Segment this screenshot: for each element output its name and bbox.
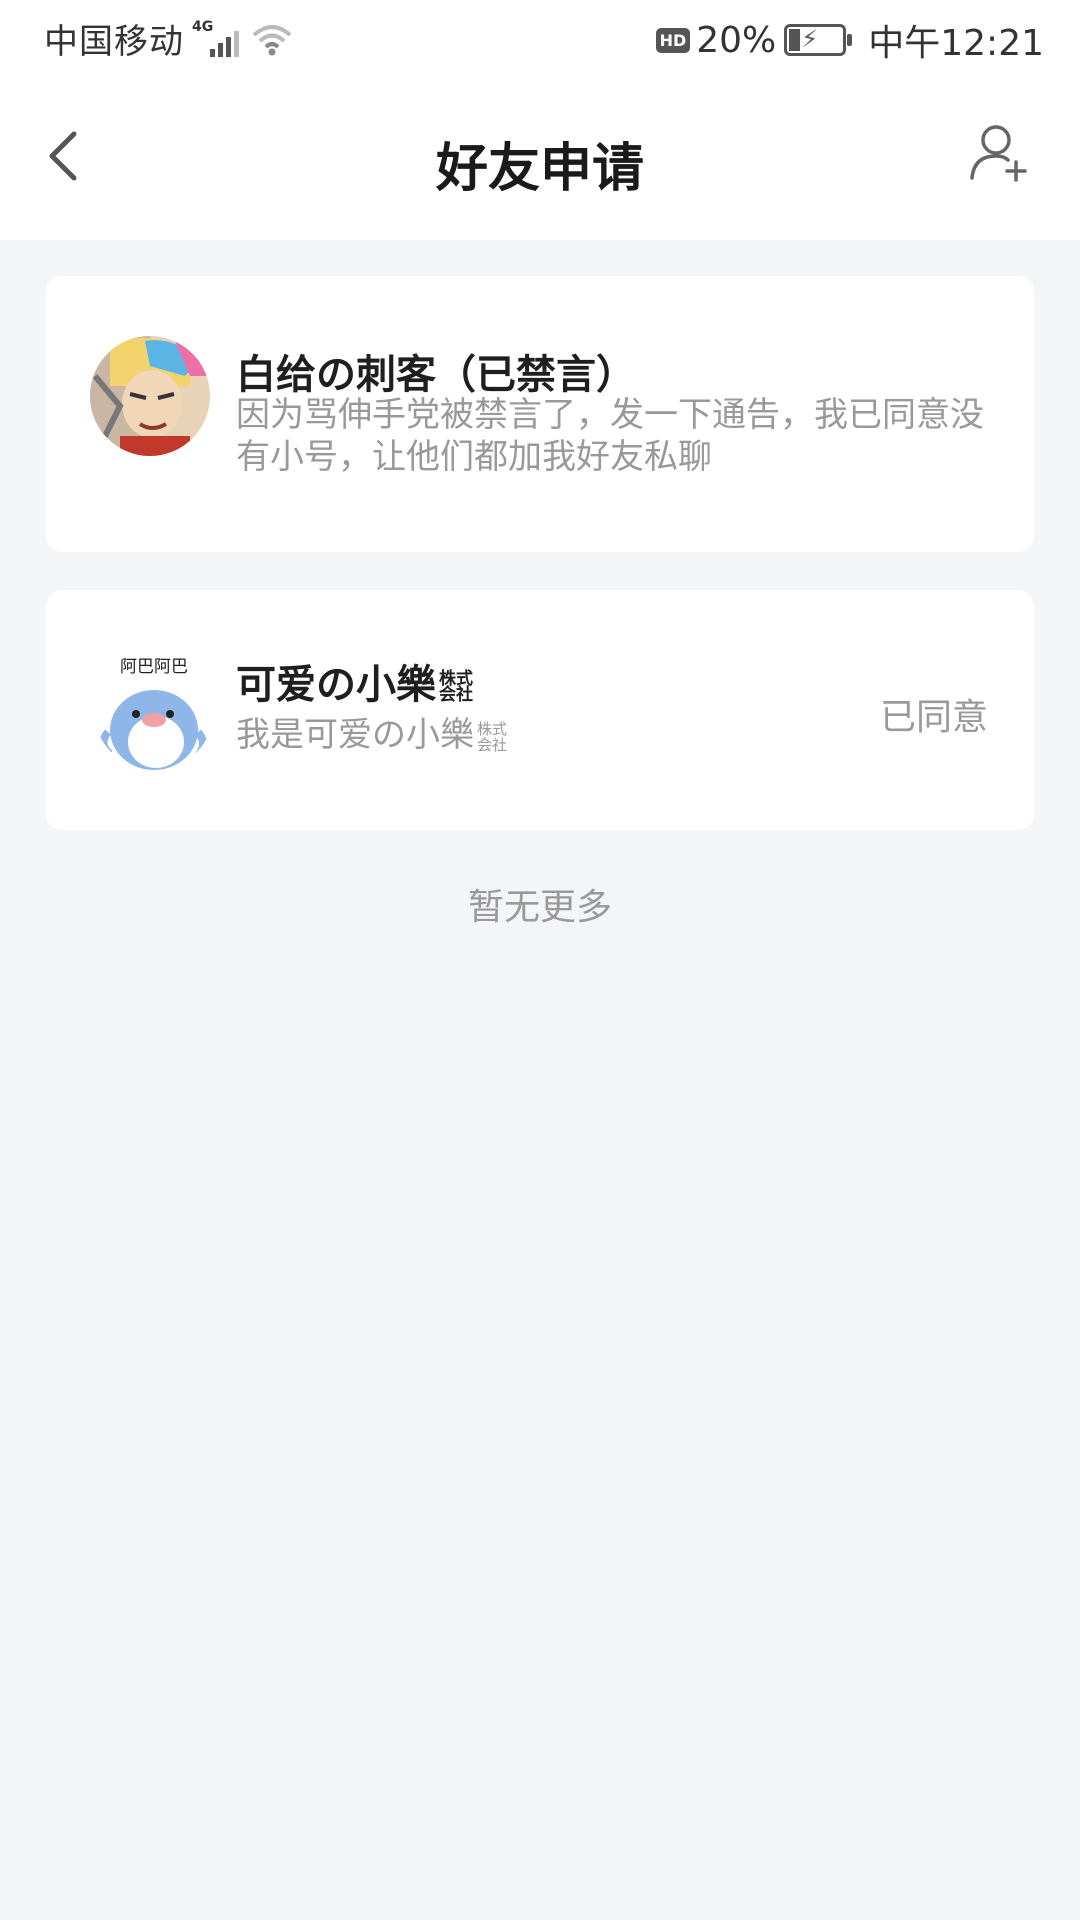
request-message: 因为骂伸手党被禁言了，发一下通告，我已同意没有小号，让他们都加我好友私聊: [236, 395, 984, 477]
navigation-bar: 好友申请: [0, 76, 1080, 240]
friend-request-card[interactable]: 白给の刺客（已禁言） 因为骂伸手党被禁言了，发一下通告，我已同意没有小号，让他们…: [46, 276, 1034, 552]
requester-name-text: 可爱の小樂: [236, 662, 436, 708]
name-badge-bottom: 会社: [439, 685, 473, 705]
avatar[interactable]: 阿巴阿巴: [94, 650, 214, 770]
cellular-signal-icon: 4G: [192, 19, 244, 59]
avatar-caption: 阿巴阿巴: [120, 657, 188, 677]
message-badge: 株式 会社: [474, 721, 510, 753]
status-bar: 中国移动 4G HD 20% ⚡ 中午12:21: [0, 0, 1080, 76]
request-status: 已同意: [879, 697, 988, 738]
network-type: 4G: [192, 18, 214, 35]
clock: 中午12:21: [868, 23, 1044, 64]
message-badge-bottom: 会社: [476, 735, 507, 754]
avatar[interactable]: [90, 336, 210, 456]
friend-request-card[interactable]: 阿巴阿巴 可爱の小樂 株式 会社 我是可爱の小樂 株式 会社 已同意: [46, 590, 1034, 830]
add-friend-icon[interactable]: [968, 120, 1032, 184]
page-title: 好友申请: [435, 139, 644, 199]
status-left: 中国移动 4G: [44, 14, 294, 63]
hd-badge: HD: [655, 27, 691, 53]
name-badge: 株式 会社: [436, 671, 476, 705]
carrier-name: 中国移动: [44, 22, 184, 62]
requester-name: 可爱の小樂 株式 会社: [236, 652, 476, 710]
battery-icon: ⚡: [784, 24, 853, 56]
battery-percent: 20%: [696, 19, 777, 61]
wifi-icon: [252, 24, 292, 55]
status-right: HD 20% ⚡ 中午12:21: [655, 14, 1044, 66]
no-more-label: 暂无更多: [467, 887, 612, 928]
requester-name: 白给の刺客（已禁言）: [236, 352, 636, 398]
request-message-text: 我是可爱の小樂: [236, 715, 474, 755]
